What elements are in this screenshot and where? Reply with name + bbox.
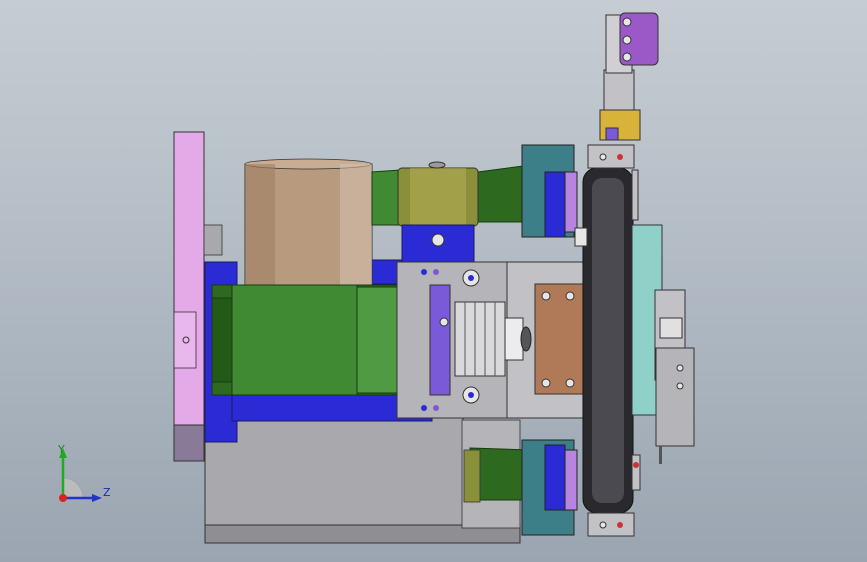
sensor-block: [655, 347, 695, 447]
graphics-viewport[interactable]: Y Z: [0, 0, 867, 562]
y-axis-label: Y: [58, 443, 65, 456]
origin-icon: [62, 477, 84, 499]
mechanical-assembly-model[interactable]: [0, 0, 867, 562]
z-axis-label: Z: [103, 486, 111, 499]
upper-belt: [371, 169, 401, 226]
shaft-coupling: [454, 301, 506, 377]
base-block: [204, 414, 464, 544]
bearing-block: [534, 283, 584, 395]
left-plate-foot: [173, 424, 205, 462]
left-mounting-plate: [173, 131, 205, 461]
